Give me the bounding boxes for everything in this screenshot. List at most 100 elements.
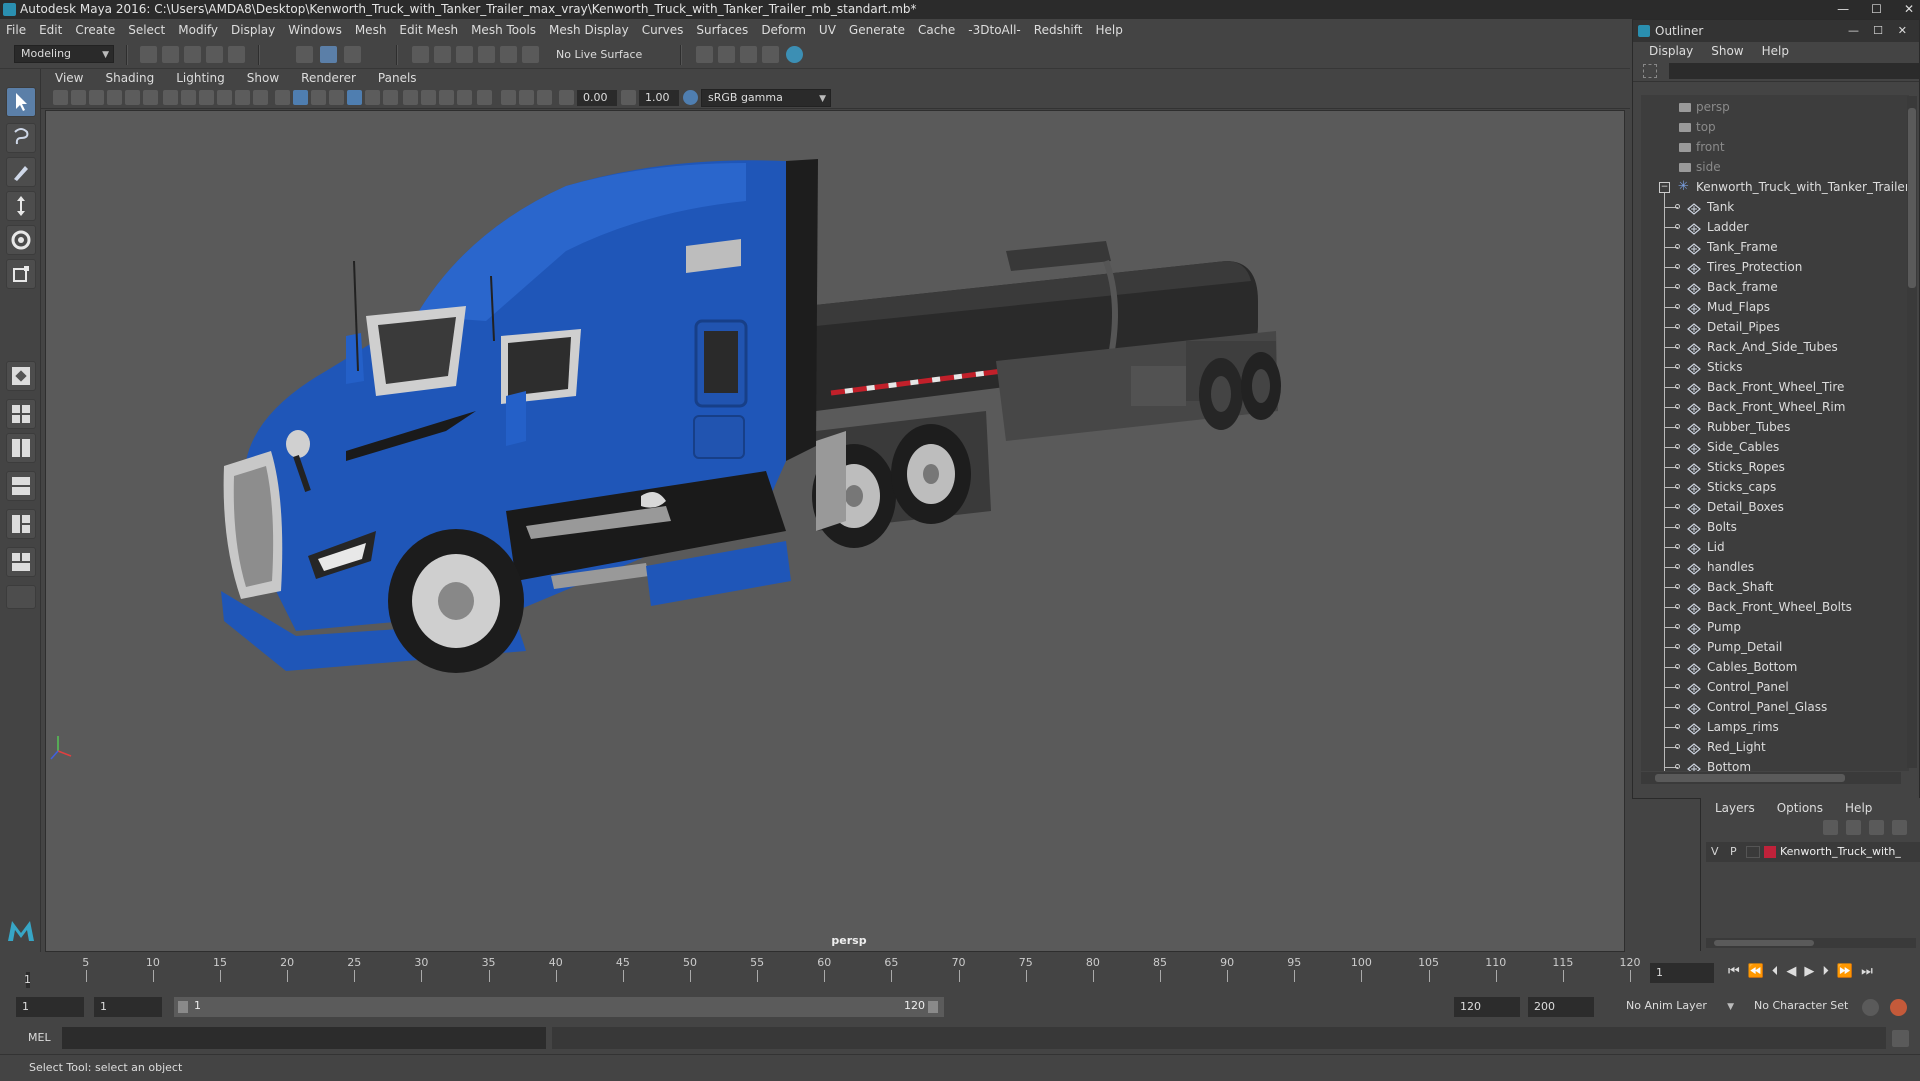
layer-display-type[interactable] bbox=[1746, 846, 1760, 858]
shadows-icon[interactable] bbox=[383, 90, 398, 105]
hypershade-icon[interactable] bbox=[786, 46, 803, 63]
magnet-icon[interactable] bbox=[522, 46, 539, 63]
xray-joints-icon[interactable] bbox=[519, 90, 534, 105]
scale-tool-button[interactable] bbox=[6, 259, 36, 289]
outliner-menu-show[interactable]: Show bbox=[1711, 44, 1743, 58]
panel-menu-renderer[interactable]: Renderer bbox=[301, 71, 356, 85]
select-hierarchy-icon[interactable] bbox=[296, 46, 313, 63]
scroll-thumb[interactable] bbox=[1714, 940, 1814, 946]
render-view-icon[interactable] bbox=[762, 46, 779, 63]
persp-outliner-layout-button[interactable] bbox=[6, 433, 36, 463]
range-end-handle[interactable] bbox=[928, 1001, 938, 1013]
menu-mesh[interactable]: Mesh bbox=[355, 23, 387, 37]
go-to-start-icon[interactable]: ⏮ bbox=[1728, 964, 1740, 979]
menu-file[interactable]: File bbox=[6, 23, 26, 37]
four-view-layout-button[interactable] bbox=[6, 399, 36, 429]
move-tool-button[interactable] bbox=[6, 191, 36, 221]
outliner-item-mesh[interactable]: Pump bbox=[1641, 617, 1909, 637]
outliner-item-mesh[interactable]: Tank_Frame bbox=[1641, 237, 1909, 257]
paint-select-tool-button[interactable] bbox=[6, 157, 36, 187]
outliner-item-mesh[interactable]: Side_Cables bbox=[1641, 437, 1909, 457]
step-back-frame-icon[interactable]: ⏴ bbox=[1772, 964, 1779, 979]
camera-select-icon[interactable] bbox=[53, 90, 68, 105]
redo-icon[interactable] bbox=[228, 46, 245, 63]
outliner-item-mesh[interactable]: Lamps_rims bbox=[1641, 717, 1909, 737]
select-object-icon[interactable] bbox=[320, 46, 337, 63]
bookmark-icon[interactable] bbox=[89, 90, 104, 105]
resolution-gate-icon[interactable] bbox=[199, 90, 214, 105]
outliner-item-mesh[interactable]: Rack_And_Side_Tubes bbox=[1641, 337, 1909, 357]
filter-icon[interactable] bbox=[1643, 64, 1657, 78]
gate-mask-icon[interactable] bbox=[217, 90, 232, 105]
outliner-horizontal-scrollbar[interactable] bbox=[1641, 772, 1901, 784]
command-language-label[interactable]: MEL bbox=[28, 1031, 51, 1044]
snap-point-icon[interactable] bbox=[456, 46, 473, 63]
layer-color-swatch[interactable] bbox=[1764, 846, 1776, 858]
character-set-dropdown[interactable]: No Character Set bbox=[1748, 998, 1864, 1016]
open-scene-icon[interactable] bbox=[162, 46, 179, 63]
outliner-item-mesh[interactable]: Tank bbox=[1641, 197, 1909, 217]
exposure-icon[interactable] bbox=[559, 90, 574, 105]
two-d-pan-zoom-icon[interactable] bbox=[125, 90, 140, 105]
wireframe-icon[interactable] bbox=[275, 90, 290, 105]
menu-windows[interactable]: Windows bbox=[288, 23, 342, 37]
smooth-shade-icon[interactable] bbox=[293, 90, 308, 105]
layer-name[interactable]: Kenworth_Truck_with_ bbox=[1780, 842, 1901, 862]
auto-key-icon[interactable] bbox=[1862, 999, 1879, 1016]
new-layer-selected-icon[interactable] bbox=[1892, 820, 1907, 835]
lasso-tool-button[interactable] bbox=[6, 123, 36, 153]
snap-surface-icon[interactable] bbox=[500, 46, 517, 63]
xray-icon[interactable] bbox=[501, 90, 516, 105]
grid-icon[interactable] bbox=[163, 90, 178, 105]
outliner-item-mesh[interactable]: Back_Front_Wheel_Tire bbox=[1641, 377, 1909, 397]
panel-menu-view[interactable]: View bbox=[55, 71, 83, 85]
play-forwards-icon[interactable]: ▶ bbox=[1804, 964, 1814, 979]
undo-icon[interactable] bbox=[206, 46, 223, 63]
outliner-item-mesh[interactable]: Back_frame bbox=[1641, 277, 1909, 297]
go-to-end-icon[interactable]: ⏭ bbox=[1861, 964, 1873, 979]
panel-menu-panels[interactable]: Panels bbox=[378, 71, 417, 85]
menu-generate[interactable]: Generate bbox=[849, 23, 905, 37]
outliner-item-mesh[interactable]: Back_Front_Wheel_Rim bbox=[1641, 397, 1909, 417]
scroll-thumb[interactable] bbox=[1908, 108, 1916, 288]
outliner-item-mesh[interactable]: Rubber_Tubes bbox=[1641, 417, 1909, 437]
screen-space-ao-icon[interactable] bbox=[403, 90, 418, 105]
textured-icon[interactable] bbox=[347, 90, 362, 105]
exposure-field[interactable]: 0.00 bbox=[577, 90, 617, 106]
close-button[interactable]: ✕ bbox=[1904, 0, 1914, 19]
step-forward-frame-icon[interactable]: ⏵ bbox=[1822, 964, 1829, 979]
grease-pencil-icon[interactable] bbox=[143, 90, 158, 105]
select-tool-button[interactable] bbox=[6, 87, 36, 117]
snap-grid-icon[interactable] bbox=[412, 46, 429, 63]
isolate-select-icon[interactable] bbox=[477, 90, 492, 105]
menu-mesh-display[interactable]: Mesh Display bbox=[549, 23, 629, 37]
anti-aliasing-icon[interactable] bbox=[439, 90, 454, 105]
film-gate-icon[interactable] bbox=[181, 90, 196, 105]
menu-curves[interactable]: Curves bbox=[642, 23, 684, 37]
layers-menu-help[interactable]: Help bbox=[1845, 801, 1872, 815]
outliner-item-mesh[interactable]: handles bbox=[1641, 557, 1909, 577]
perspective-viewport[interactable]: persp bbox=[45, 110, 1625, 952]
outliner-item-mesh[interactable]: Back_Shaft bbox=[1641, 577, 1909, 597]
view-transform-dropdown[interactable]: sRGB gamma ▼ bbox=[701, 89, 831, 107]
layer-horizontal-scrollbar[interactable] bbox=[1706, 938, 1916, 948]
outliner-item-mesh[interactable]: Red_Light bbox=[1641, 737, 1909, 757]
collapse-toolbox-button[interactable] bbox=[6, 585, 36, 609]
range-slider[interactable]: 1 120 bbox=[174, 997, 944, 1017]
camera-attributes-icon[interactable] bbox=[71, 90, 86, 105]
outliner-minimize-button[interactable]: — bbox=[1848, 20, 1859, 42]
outliner-item-mesh[interactable]: Ladder bbox=[1641, 217, 1909, 237]
outliner-menu-help[interactable]: Help bbox=[1762, 44, 1789, 58]
persp-hypershade-layout-button[interactable] bbox=[6, 509, 36, 539]
scroll-thumb[interactable] bbox=[1655, 774, 1845, 782]
render-settings-icon[interactable] bbox=[696, 46, 713, 63]
outliner-vertical-scrollbar[interactable] bbox=[1907, 96, 1917, 768]
playback-start-field[interactable]: 1 bbox=[94, 997, 162, 1017]
playback-end-field[interactable]: 120 bbox=[1454, 997, 1520, 1017]
select-component-icon[interactable] bbox=[344, 46, 361, 63]
layer-visibility-toggle[interactable]: V bbox=[1711, 842, 1719, 862]
persp-graph-layout-button[interactable] bbox=[6, 471, 36, 501]
depth-of-field-icon[interactable] bbox=[457, 90, 472, 105]
rotate-tool-button[interactable] bbox=[6, 225, 36, 255]
outliner-item-mesh[interactable]: Sticks_Ropes bbox=[1641, 457, 1909, 477]
